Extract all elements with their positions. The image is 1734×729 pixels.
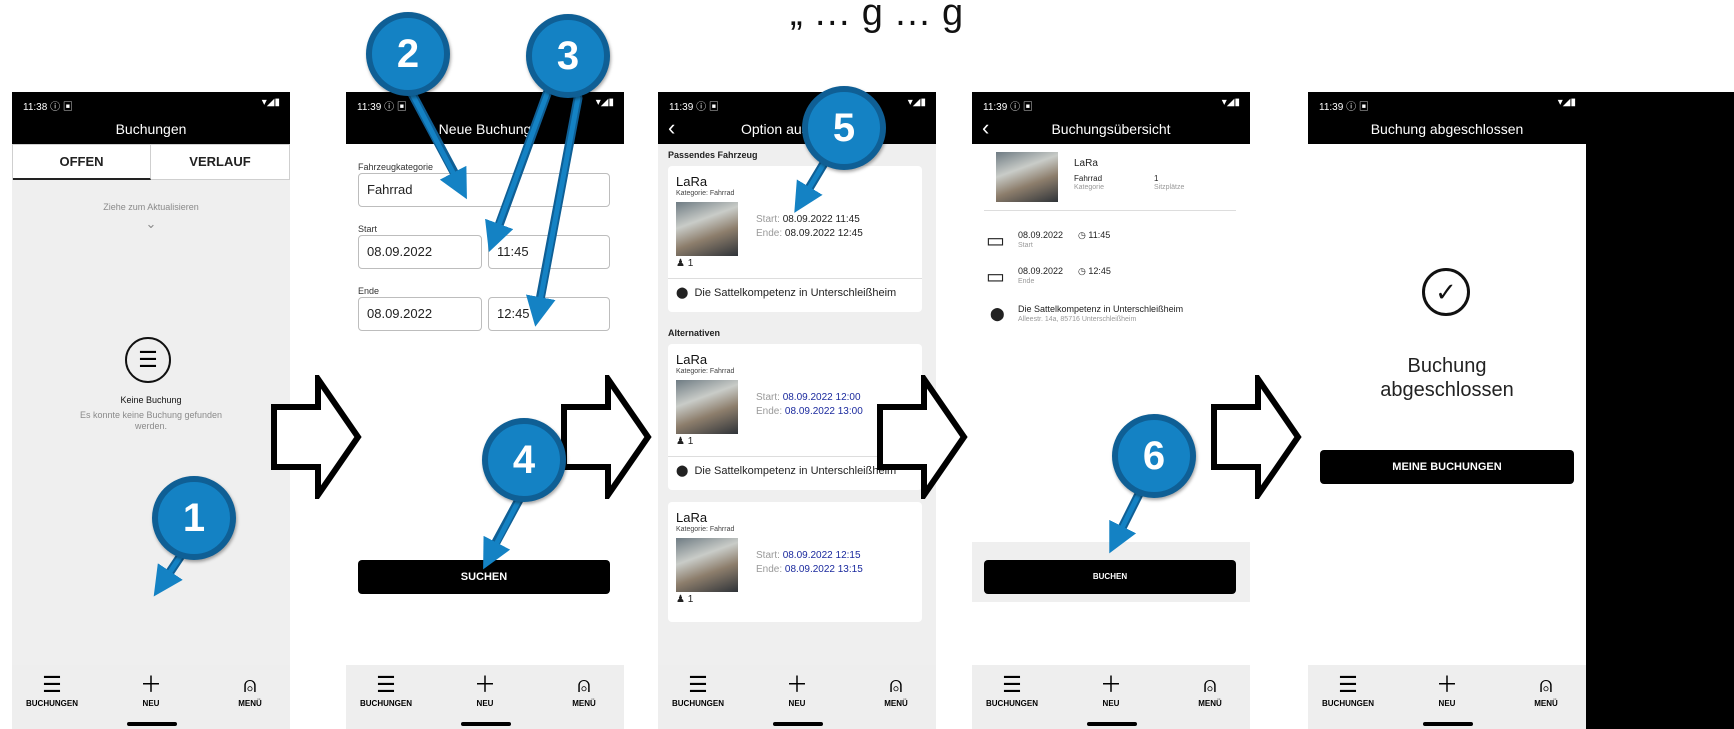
step-1-badge: 1: [152, 476, 236, 560]
step-6-badge: 6: [1112, 414, 1196, 498]
step-3-badge: 3: [526, 14, 610, 98]
step-2-badge: 2: [366, 12, 450, 96]
tutorial-stage: „ … g … g 11:38 ⓘ ▣ ▾◢▮ Buchungen OFFEN V…: [0, 0, 1734, 729]
step-5-badge: 5: [802, 86, 886, 170]
step-4-badge: 4: [482, 418, 566, 502]
